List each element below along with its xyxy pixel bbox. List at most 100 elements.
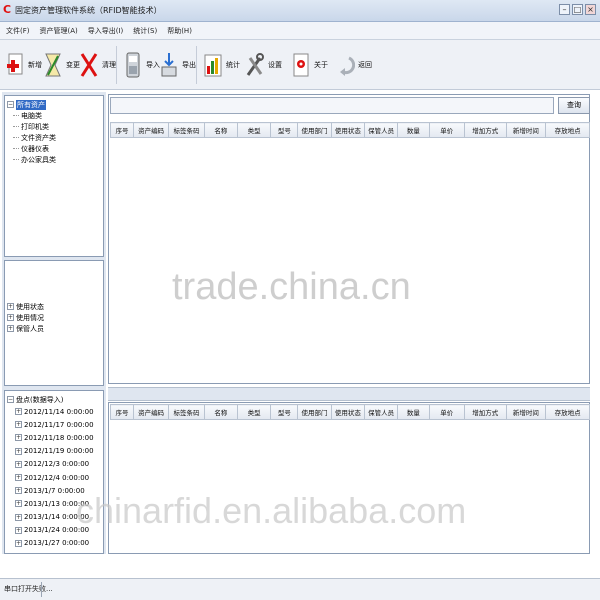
expand-icon[interactable]: + <box>7 325 14 332</box>
column-header[interactable]: 型号 <box>270 404 299 420</box>
tree-item-filter[interactable]: + 使用状态 <box>7 301 101 312</box>
tree-item-inventory-date[interactable]: +2012/11/18 0:00:00 <box>15 431 101 444</box>
column-header[interactable]: 标签条码 <box>168 404 205 420</box>
toolbar-separator <box>196 46 197 84</box>
tree-item-label: 2012/11/18 0:00:00 <box>24 433 94 442</box>
column-header[interactable]: 新增时间 <box>505 404 547 420</box>
collapse-icon[interactable]: − <box>7 396 14 403</box>
search-input[interactable] <box>110 97 554 114</box>
tree-connector <box>13 126 19 127</box>
menu-help[interactable]: 帮助(H) <box>167 26 192 36</box>
column-header[interactable]: 存放地点 <box>545 122 590 138</box>
export-button[interactable]: 导出 <box>158 44 196 86</box>
expand-icon[interactable]: + <box>15 434 22 442</box>
toolbar: 新增 变更 清理 导入 导出 统计 设置 关于 返回 <box>0 40 600 90</box>
column-header[interactable]: 保管人员 <box>363 404 399 420</box>
status-bar: 串口打开失败... <box>0 578 600 600</box>
column-header[interactable]: 单价 <box>428 404 465 420</box>
tree-item-category[interactable]: 文件资产类 <box>7 132 101 143</box>
expand-icon[interactable]: + <box>15 513 22 521</box>
column-header[interactable]: 保管人员 <box>363 122 399 138</box>
expand-icon[interactable]: + <box>7 303 14 310</box>
column-header[interactable]: 单价 <box>428 122 465 138</box>
tree-connector <box>13 115 19 116</box>
expand-icon[interactable]: + <box>15 474 22 482</box>
column-header[interactable]: 新增时间 <box>505 122 547 138</box>
tree-item-label: 2012/12/3 0:00:00 <box>24 460 90 469</box>
menu-file[interactable]: 文件(F) <box>6 26 30 36</box>
expand-icon[interactable]: + <box>15 421 22 429</box>
toolbar-separator <box>116 46 117 84</box>
expand-icon[interactable]: + <box>15 408 22 416</box>
tree-item-inventory-date[interactable]: +2012/12/3 0:00:00 <box>15 458 101 471</box>
tree-item-inventory-date[interactable]: +2012/12/4 0:00:00 <box>15 471 101 484</box>
expand-icon[interactable]: + <box>15 526 22 534</box>
tree-item-label: 使用状态 <box>16 302 44 311</box>
expand-icon[interactable]: + <box>15 447 22 455</box>
tree-item-label: 2012/11/14 0:00:00 <box>24 407 94 416</box>
column-header[interactable]: 名称 <box>203 122 239 138</box>
statistics-button[interactable]: 统计 <box>202 44 240 86</box>
tree-item-inventory-date[interactable]: +2012/11/19 0:00:00 <box>15 445 101 458</box>
add-button[interactable]: 新增 <box>4 44 42 86</box>
expand-icon[interactable]: + <box>15 487 22 495</box>
maximize-button[interactable]: □ <box>572 4 583 15</box>
column-header[interactable]: 序号 <box>110 122 134 138</box>
menu-statistics[interactable]: 统计(S) <box>133 26 157 36</box>
column-header[interactable]: 使用状态 <box>330 404 366 420</box>
tree-item-category[interactable]: 仪器仪表 <box>7 143 101 154</box>
close-button[interactable]: × <box>585 4 596 15</box>
asset-tree-panel: − 所有资产 电脑类 打印机类 文件资产类 仪器仪表 办公家具类 <box>4 95 104 257</box>
column-header[interactable]: 型号 <box>270 122 299 138</box>
filter-tree-panel: + 使用状态 + 使用情况 + 保管人员 <box>4 260 104 386</box>
column-header[interactable]: 类型 <box>236 404 272 420</box>
expand-icon[interactable]: + <box>15 460 22 468</box>
column-header[interactable]: 名称 <box>203 404 239 420</box>
panel-splitter[interactable] <box>108 387 590 401</box>
tree-item-filter[interactable]: + 保管人员 <box>7 323 101 334</box>
menu-bar: 文件(F) 资产管理(A) 导入导出(I) 统计(S) 帮助(H) <box>0 22 600 40</box>
tree-item-inventory-date[interactable]: +2012/11/17 0:00:00 <box>15 418 101 431</box>
query-button[interactable]: 查询 <box>558 97 590 114</box>
settings-button[interactable]: 设置 <box>244 44 282 86</box>
inventory-table: 序号 资产编码 标签条码 名称 类型 型号 使用部门 使用状态 保管人员 数量 单价 增加方式 新增时间… <box>110 404 590 420</box>
clear-button[interactable]: 清理 <box>78 44 116 86</box>
column-header[interactable]: 使用状态 <box>330 122 366 138</box>
column-header[interactable]: 标签条码 <box>168 122 205 138</box>
tree-item-label: 2012/11/17 0:00:00 <box>24 420 94 429</box>
menu-asset-management[interactable]: 资产管理(A) <box>40 26 78 36</box>
column-header[interactable]: 使用部门 <box>297 122 332 138</box>
tree-root-inventory[interactable]: − 盘点(数据导入) <box>7 394 101 405</box>
tree-item-label: 使用情况 <box>16 313 44 322</box>
column-header[interactable]: 数量 <box>397 122 430 138</box>
minimize-button[interactable]: – <box>559 4 570 15</box>
column-header[interactable]: 资产编码 <box>132 122 170 138</box>
tree-root-all-assets[interactable]: − 所有资产 <box>7 99 101 110</box>
column-header[interactable]: 增加方式 <box>463 404 507 420</box>
delete-icon <box>78 48 100 82</box>
expand-icon[interactable]: + <box>7 314 14 321</box>
about-button[interactable]: 关于 <box>290 44 328 86</box>
column-header[interactable]: 资产编码 <box>132 404 170 420</box>
tree-item-filter[interactable]: + 使用情况 <box>7 312 101 323</box>
column-header[interactable]: 序号 <box>110 404 134 420</box>
import-button[interactable]: 导入 <box>122 44 160 86</box>
tree-item-category[interactable]: 电脑类 <box>7 110 101 121</box>
status-message: 串口打开失败... <box>4 585 53 593</box>
column-header[interactable]: 使用部门 <box>297 404 332 420</box>
tree-item-category[interactable]: 办公家具类 <box>7 154 101 165</box>
expand-icon[interactable]: + <box>15 539 22 547</box>
collapse-icon[interactable]: − <box>7 101 14 108</box>
back-button[interactable]: 返回 <box>334 44 372 86</box>
tree-item-inventory-date[interactable]: +2012/11/14 0:00:00 <box>15 405 101 418</box>
column-header[interactable]: 类型 <box>236 122 272 138</box>
expand-icon[interactable]: + <box>15 500 22 508</box>
column-header[interactable]: 增加方式 <box>463 122 507 138</box>
column-header[interactable]: 数量 <box>397 404 430 420</box>
column-header[interactable]: 存放地点 <box>545 404 590 420</box>
tree-item-category[interactable]: 打印机类 <box>7 121 101 132</box>
asset-table: 序号 资产编码 标签条码 名称 类型 型号 使用部门 使用状态 保管人员 数量 单价 增加方式 新增时间… <box>110 122 590 138</box>
tree-item-inventory-date[interactable]: +2013/1/27 0:00:00 <box>15 537 101 550</box>
edit-button[interactable]: 变更 <box>42 44 80 86</box>
menu-import-export[interactable]: 导入导出(I) <box>88 26 124 36</box>
